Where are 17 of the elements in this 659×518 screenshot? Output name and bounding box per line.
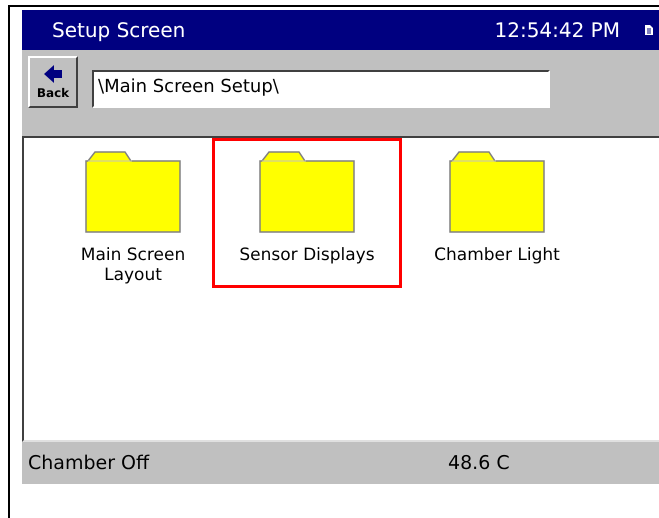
left-arrow-icon	[43, 64, 63, 84]
clock-time: 12:54:42 PM	[494, 18, 620, 42]
folder-label: Sensor Displays	[238, 245, 376, 265]
chamber-status: Chamber Off	[28, 452, 150, 474]
folder-item[interactable]: Sensor Displays	[212, 138, 402, 288]
folder-icon	[85, 151, 181, 233]
folder-item[interactable]: Main Screen Layout	[58, 138, 208, 288]
temperature-reading: 48.6 C	[448, 452, 510, 474]
path-field[interactable]: \Main Screen Setup\	[92, 70, 550, 108]
folder-icon	[449, 151, 545, 233]
folder-icon	[259, 151, 355, 233]
folder-label: Main Screen Layout	[80, 245, 186, 285]
back-button[interactable]: Back	[28, 56, 78, 108]
folder-label: Chamber Light	[433, 245, 561, 265]
document-icon[interactable]	[644, 24, 654, 36]
window-title: Setup Screen	[52, 18, 186, 42]
folder-item[interactable]: Chamber Light	[402, 138, 592, 288]
